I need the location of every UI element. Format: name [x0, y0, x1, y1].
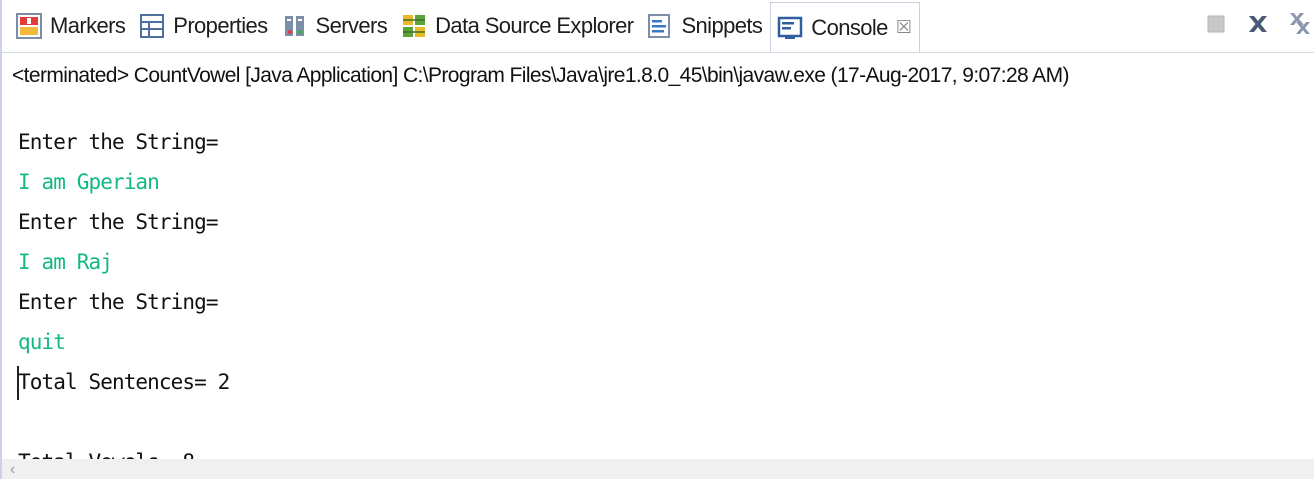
console-line: Enter the String= — [18, 130, 219, 154]
tab-label: Properties — [173, 13, 268, 38]
properties-icon — [140, 14, 165, 38]
view-left-border — [0, 0, 2, 479]
tab-list: Markers Properties Servers Data Source E… — [10, 0, 921, 52]
view-toolbar — [1188, 10, 1314, 38]
horizontal-scrollbar[interactable]: ‹ — [2, 459, 1314, 479]
tab-label: Data Source Explorer — [435, 13, 634, 38]
markers-icon — [16, 13, 42, 39]
snippets-icon — [648, 14, 671, 38]
tab-data-source-explorer[interactable]: Data Source Explorer — [395, 0, 641, 52]
tab-label: Snippets — [681, 13, 763, 38]
tab-servers[interactable]: Servers — [276, 0, 396, 52]
tab-label: Console — [811, 14, 888, 40]
data-source-explorer-icon — [403, 15, 426, 37]
console-line: Enter the String= — [18, 290, 219, 314]
console-line: Total Sentences= 2 — [18, 370, 230, 394]
tab-markers[interactable]: Markers — [10, 0, 133, 52]
view-tab-bar: Markers Properties Servers Data Source E… — [2, 0, 1314, 53]
remove-launch-icon[interactable] — [1244, 10, 1272, 38]
text-caret — [17, 366, 19, 400]
tab-snippets[interactable]: Snippets — [641, 0, 770, 52]
tab-properties[interactable]: Properties — [133, 0, 275, 52]
console-icon — [778, 16, 803, 39]
console-line: I am Gperian — [18, 170, 160, 194]
close-icon[interactable]: ☒ — [896, 17, 912, 38]
stop-icon[interactable] — [1202, 10, 1230, 38]
console-line: Enter the String= — [18, 210, 219, 234]
console-line: quit — [18, 330, 66, 354]
servers-icon — [284, 16, 304, 36]
tab-label: Markers — [50, 13, 126, 38]
scroll-left-icon[interactable]: ‹ — [10, 461, 15, 479]
console-line: I am Raj — [18, 250, 113, 274]
remove-all-terminated-icon[interactable] — [1286, 10, 1314, 38]
tab-label: Servers — [315, 13, 388, 38]
tab-console[interactable]: Console ☒ — [770, 2, 921, 52]
launch-status-line: <terminated> CountVowel [Java Applicatio… — [12, 64, 1069, 87]
